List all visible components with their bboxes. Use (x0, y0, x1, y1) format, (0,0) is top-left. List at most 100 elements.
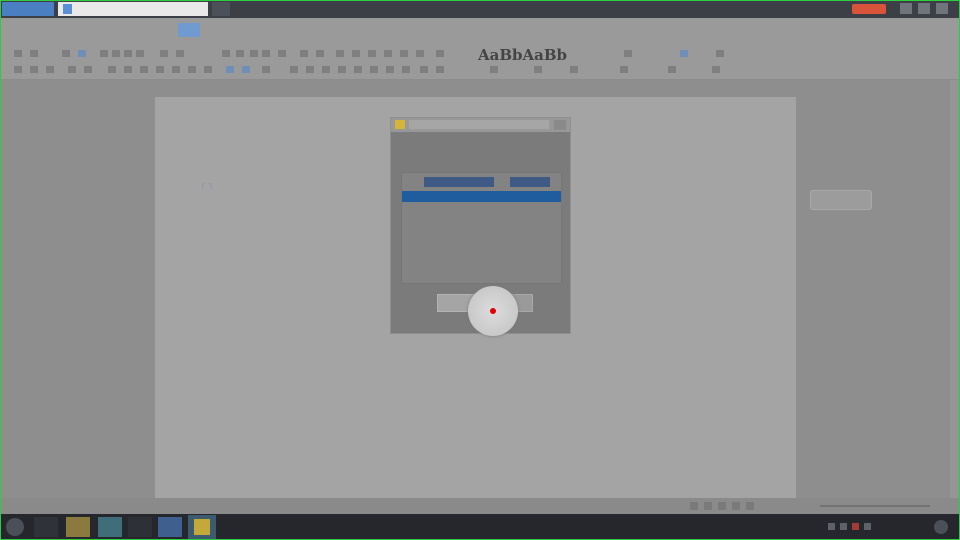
toolbar-tool-icon[interactable] (322, 66, 330, 73)
menu-item[interactable] (578, 23, 600, 37)
toolbar-tool-icon[interactable] (30, 50, 38, 57)
toolbar-tool-icon[interactable] (78, 50, 86, 57)
toolbar-tool-icon[interactable] (402, 66, 410, 73)
toolbar-tool-icon[interactable] (668, 66, 676, 73)
toolbar-tool-icon[interactable] (624, 50, 632, 57)
taskbar-app-icon[interactable] (128, 517, 152, 537)
toolbar-tool-icon[interactable] (338, 66, 346, 73)
new-tab-button[interactable] (212, 2, 230, 16)
toolbar-tool-icon[interactable] (68, 66, 76, 73)
active-app-icon[interactable] (188, 515, 216, 539)
toolbar-tool-icon[interactable] (156, 66, 164, 73)
toolbar-tool-icon[interactable] (124, 66, 132, 73)
toolbar-tool-icon[interactable] (436, 66, 444, 73)
toolbar-tool-icon[interactable] (204, 66, 212, 73)
menu-item[interactable] (540, 23, 562, 37)
view-mode-icon[interactable] (732, 502, 740, 510)
list-column-header[interactable] (510, 177, 550, 187)
dialog-list[interactable] (401, 172, 562, 284)
login-button[interactable] (852, 4, 886, 14)
notification-icon[interactable] (934, 520, 948, 534)
toolbar-tool-icon[interactable] (316, 50, 324, 57)
document-tab[interactable] (58, 2, 208, 16)
toolbar-tool-icon[interactable] (416, 50, 424, 57)
toolbar-tool-icon[interactable] (300, 50, 308, 57)
dialog-title-bar[interactable] (391, 118, 570, 132)
menu-item[interactable] (372, 23, 394, 37)
toolbar-tool-icon[interactable] (112, 50, 120, 57)
toolbar-tool-icon[interactable] (84, 66, 92, 73)
zoom-slider[interactable] (820, 505, 930, 507)
dialog-close-icon[interactable] (554, 120, 566, 130)
toolbar-tool-icon[interactable] (46, 66, 54, 73)
view-mode-icon[interactable] (690, 502, 698, 510)
toolbar-tool-icon[interactable] (226, 66, 234, 73)
menu-item[interactable] (130, 23, 152, 37)
tray-alert-icon[interactable] (852, 523, 859, 530)
toolbar-tool-icon[interactable] (680, 50, 688, 57)
start-icon[interactable] (6, 518, 24, 536)
view-mode-icon[interactable] (704, 502, 712, 510)
menu-item[interactable] (54, 23, 76, 37)
file-explorer-icon[interactable] (66, 517, 90, 537)
toolbar-tool-icon[interactable] (278, 50, 286, 57)
toolbar-tool-icon[interactable] (250, 50, 258, 57)
list-item-selected[interactable] (402, 191, 561, 202)
side-panel-tag[interactable] (810, 190, 872, 210)
toolbar-tool-icon[interactable] (370, 66, 378, 73)
toolbar-tool-icon[interactable] (716, 50, 724, 57)
toolbar-tool-icon[interactable] (124, 50, 132, 57)
tray-icon[interactable] (828, 523, 835, 530)
tray-icon[interactable] (840, 523, 847, 530)
toolbar-tool-icon[interactable] (436, 50, 444, 57)
menu-item[interactable] (290, 23, 312, 37)
toolbar-tool-icon[interactable] (262, 50, 270, 57)
toolbar-tool-icon[interactable] (620, 66, 628, 73)
view-mode-icon[interactable] (718, 502, 726, 510)
volume-icon[interactable] (864, 523, 871, 530)
menu-item[interactable] (214, 23, 236, 37)
toolbar-tool-icon[interactable] (400, 50, 408, 57)
menu-item[interactable] (94, 23, 116, 37)
toolbar-tool-icon[interactable] (290, 66, 298, 73)
toolbar-tool-icon[interactable] (14, 66, 22, 73)
view-mode-icon[interactable] (746, 502, 754, 510)
writer-app-icon[interactable] (158, 517, 182, 537)
toolbar-tool-icon[interactable] (306, 66, 314, 73)
toolbar-tool-icon[interactable] (176, 50, 184, 57)
toolbar-tool-icon[interactable] (262, 66, 270, 73)
vertical-scrollbar[interactable] (950, 80, 960, 498)
toolbar-tool-icon[interactable] (140, 66, 148, 73)
toolbar-tool-icon[interactable] (160, 50, 168, 57)
menu-item[interactable] (332, 23, 354, 37)
menu-item[interactable] (402, 23, 424, 37)
menu-item[interactable] (426, 23, 448, 37)
minimize-icon[interactable] (900, 3, 912, 14)
toolbar-tool-icon[interactable] (188, 66, 196, 73)
app-logo-tab[interactable] (2, 2, 54, 16)
toolbar-tool-icon[interactable] (420, 66, 428, 73)
toolbar-tool-icon[interactable] (534, 66, 542, 73)
toolbar-tool-icon[interactable] (570, 66, 578, 73)
toolbar-tool-icon[interactable] (368, 50, 376, 57)
toolbar-tool-icon[interactable] (490, 66, 498, 73)
toolbar-tool-icon[interactable] (386, 66, 394, 73)
menu-item[interactable] (8, 23, 30, 37)
toolbar-tool-icon[interactable] (100, 50, 108, 57)
list-column-header[interactable] (424, 177, 494, 187)
toolbar-tool-icon[interactable] (172, 66, 180, 73)
menu-item[interactable] (500, 23, 522, 37)
close-icon[interactable] (936, 3, 948, 14)
toolbar-tool-icon[interactable] (222, 50, 230, 57)
toolbar-tool-icon[interactable] (354, 66, 362, 73)
toolbar-tool-icon[interactable] (108, 66, 116, 73)
toolbar-tool-icon[interactable] (352, 50, 360, 57)
toolbar-tool-icon[interactable] (336, 50, 344, 57)
toolbar-tool-icon[interactable] (136, 50, 144, 57)
menu-item[interactable] (178, 23, 200, 37)
toolbar-tool-icon[interactable] (242, 66, 250, 73)
toolbar-tool-icon[interactable] (30, 66, 38, 73)
menu-item[interactable] (460, 23, 482, 37)
task-view-icon[interactable] (34, 517, 58, 537)
menu-item[interactable] (244, 23, 266, 37)
